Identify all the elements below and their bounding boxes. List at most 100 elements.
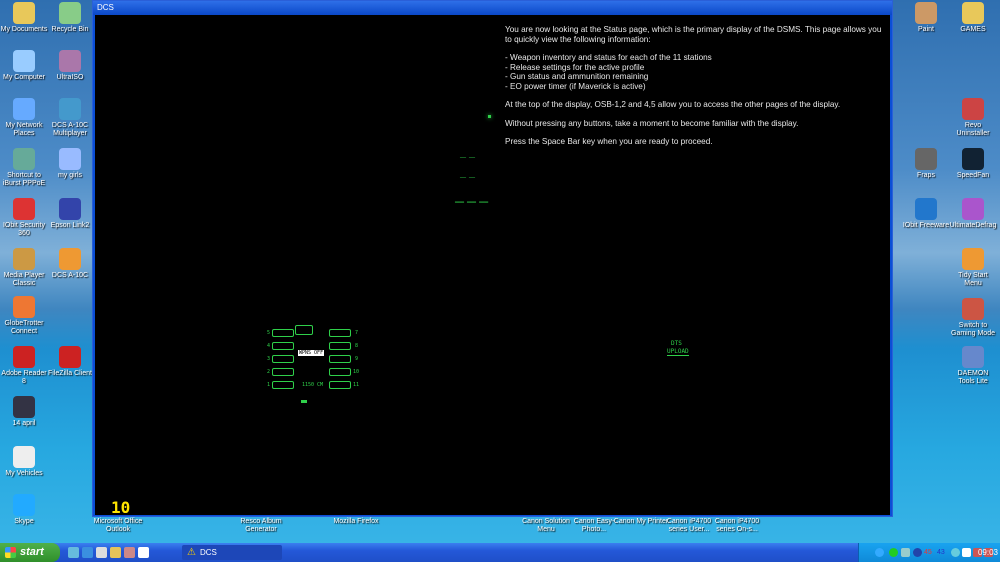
bullet: - EO power timer (if Maverick is active) — [505, 81, 646, 91]
app-icon — [915, 198, 937, 220]
desktop-icon-recycle-bin[interactable]: Recycle Bin — [46, 2, 94, 34]
icon-label: UltraISO — [56, 74, 84, 81]
tray-icon[interactable] — [901, 548, 910, 557]
desktop-icon-iobit-security-360[interactable]: IObit Security 360 — [0, 198, 48, 238]
tray-icon[interactable] — [951, 548, 960, 557]
icon-label: Paint — [918, 26, 934, 33]
station-label: 3 — [267, 356, 271, 362]
dcs-window[interactable]: DCS You are now looking at the Status pa… — [92, 0, 893, 517]
system-tray: 45 43 09:03 — [858, 543, 1000, 562]
icon-label: Adobe Reader 8 — [1, 370, 47, 385]
desktop-icon-my-girls[interactable]: my girls — [46, 148, 94, 180]
app-icon — [962, 346, 984, 368]
windows-logo-icon — [5, 547, 16, 558]
desktop-icon-globetrotter-connect[interactable]: GlobeTrotter Connect — [0, 296, 48, 336]
temperature-readout[interactable]: 45 — [924, 543, 932, 562]
desktop-icon-fraps[interactable]: Fraps — [902, 148, 950, 180]
cockpit-view[interactable]: You are now looking at the Status page, … — [95, 15, 890, 517]
task-label: DCS — [200, 548, 217, 557]
desktop-icon-epson-link2[interactable]: Epson Link2 — [46, 198, 94, 230]
desktop-icon-adobe-reader-8[interactable]: Adobe Reader 8 — [0, 346, 48, 386]
briefing-text: You are now looking at the Status page, … — [505, 25, 885, 156]
desktop-icon-daemon-tools-lite[interactable]: DAEMON Tools Lite — [949, 346, 997, 386]
icon-label: DAEMON Tools Lite — [957, 370, 989, 385]
taskbar-item-dcs[interactable]: ⚠ DCS — [182, 545, 282, 560]
desktop-icon-filezilla-client[interactable]: FileZilla Client — [46, 346, 94, 378]
folder-icon[interactable] — [110, 547, 121, 558]
window-title-bar[interactable]: DCS — [93, 1, 892, 15]
desktop-icon-label[interactable]: Mozilla Firefox — [326, 518, 386, 526]
desktop-icon-switch-to-gaming-mode[interactable]: Switch to Gaming Mode — [949, 298, 997, 338]
desktop-icon-speedfan[interactable]: SpeedFan — [949, 148, 997, 180]
icon-label: my girls — [57, 172, 83, 179]
app-icon[interactable] — [124, 547, 135, 558]
hud-marker — [488, 115, 491, 118]
desktop-icon-label[interactable]: Canon iP4700 series On-s... — [707, 518, 767, 534]
icon-label: Shortcut to iBurst PPPoE — [2, 172, 46, 187]
desktop-icon-ultimatedefrag[interactable]: UltimateDefrag — [949, 198, 997, 230]
app-icon — [962, 298, 984, 320]
station-label: 2 — [267, 369, 271, 375]
app-icon — [13, 248, 35, 270]
app-icon — [13, 396, 35, 418]
internet-explorer-icon[interactable] — [82, 547, 93, 558]
icon-label: Switch to Gaming Mode — [951, 322, 995, 337]
desktop-icon-label[interactable]: Microsoft Office Outlook — [88, 518, 148, 534]
temperature-readout[interactable]: 43 — [937, 543, 945, 562]
tray-icon[interactable] — [889, 548, 898, 557]
desktop-icon-tidy-start-menu[interactable]: Tidy Start Menu — [949, 248, 997, 288]
app-icon — [962, 198, 984, 220]
bullet: - Gun status and ammunition remaining — [505, 72, 649, 81]
media-icon[interactable] — [96, 547, 107, 558]
desktop-icon-my-network-places[interactable]: My Network Places — [0, 98, 48, 138]
station-label: 4 — [267, 343, 271, 349]
app-icon — [13, 98, 35, 120]
app-icon — [13, 2, 35, 24]
station-box — [272, 381, 294, 389]
desktop-icon-iobit-freeware[interactable]: IObit Freeware — [902, 198, 950, 230]
desktop-icon-dcs-a-10c[interactable]: DCS A-10C — [46, 248, 94, 280]
weapons-status: WPNS OFF — [298, 350, 325, 356]
icon-label: Skype — [14, 518, 34, 525]
app-icon — [13, 446, 35, 468]
bullet: - Weapon inventory and status for each o… — [505, 53, 712, 62]
right-mfd-dts: DTS UPLOAD — [625, 337, 725, 412]
icon-label: Media Player Classic — [3, 272, 45, 287]
dts-upload: UPLOAD — [667, 348, 689, 356]
station-label: 10 — [353, 369, 360, 375]
tray-icon[interactable] — [962, 548, 971, 557]
cdu-line: ── ── — [460, 155, 476, 161]
app-icon — [962, 148, 984, 170]
app-icon — [962, 98, 984, 120]
desktop-icon-dcs-a-10c-multiplayer[interactable]: DCS A-10C Multiplayer — [46, 98, 94, 138]
desktop-icon-my-vehicles[interactable]: My Vehicles — [0, 446, 48, 478]
desktop-icon-shortcut-to-iburst-pppoe[interactable]: Shortcut to iBurst PPPoE — [0, 148, 48, 188]
expand-tray-icon[interactable] — [875, 548, 884, 557]
station-label: 11 — [353, 382, 360, 388]
briefing-osb: At the top of the display, OSB-1,2 and 4… — [505, 100, 841, 109]
start-button[interactable]: start — [0, 543, 60, 562]
show-desktop-icon[interactable] — [68, 547, 79, 558]
desktop-icon-14-april[interactable]: 14 april — [0, 396, 48, 428]
briefing-proceed: Press the Space Bar key when you are rea… — [505, 137, 713, 146]
app-icon — [59, 248, 81, 270]
desktop-icon-media-player-classic[interactable]: Media Player Classic — [0, 248, 48, 288]
desktop-icon-paint[interactable]: Paint — [902, 2, 950, 34]
icon-label: My Computer — [2, 74, 45, 81]
desktop-icon-ultraiso[interactable]: UltraISO — [46, 50, 94, 82]
icon-label: IObit Security 360 — [2, 222, 45, 237]
word-icon[interactable] — [138, 547, 149, 558]
desktop-icon-label[interactable]: Resco Album Generator — [231, 518, 291, 534]
icon-label: My Vehicles — [5, 470, 43, 477]
desktop-icon-revo-uninstaller[interactable]: Revo Uninstaller — [949, 98, 997, 138]
icon-label: 14 april — [12, 420, 36, 427]
desktop-icon-games[interactable]: GAMES — [949, 2, 997, 34]
app-icon — [915, 2, 937, 24]
desktop-icon-skype[interactable]: Skype — [0, 494, 48, 526]
clock[interactable]: 09:03 — [978, 543, 998, 562]
app-icon — [13, 198, 35, 220]
desktop-icon-my-documents[interactable]: My Documents — [0, 2, 48, 34]
tray-icon[interactable] — [913, 548, 922, 557]
desktop-icon-my-computer[interactable]: My Computer — [0, 50, 48, 82]
station-box — [272, 355, 294, 363]
